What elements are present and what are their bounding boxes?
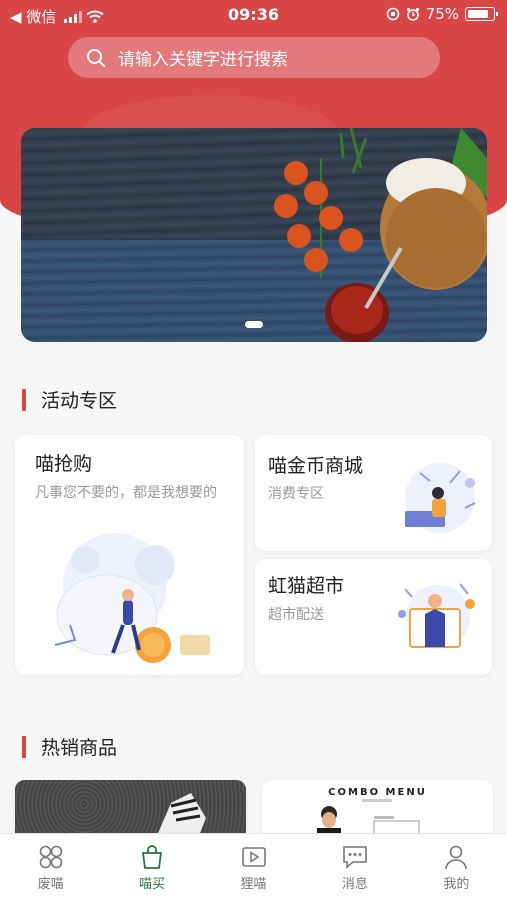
product-card-combo-menu[interactable]: COMBO MENU <box>262 780 493 840</box>
hot-section-label: 热销商品 <box>41 737 118 759</box>
tab-miaomai[interactable]: 喵买 <box>101 834 202 900</box>
flash-sale-title: 喵抢购 <box>35 453 93 475</box>
carousel-indicator[interactable] <box>245 321 263 328</box>
delivery-person-illustration <box>398 583 475 649</box>
shopping-bag-icon <box>142 845 163 869</box>
tab-label: 消息 <box>341 877 368 892</box>
tab-feimiao[interactable]: 废喵 <box>0 834 101 900</box>
search-placeholder: 请输入关键字进行搜索 <box>118 50 288 70</box>
coin-mall-card[interactable]: 喵金币商城 消费专区 <box>255 435 492 551</box>
flash-sale-card[interactable]: 喵抢购 凡事您不要的，都是我想要的 <box>15 435 244 675</box>
message-icon <box>343 846 367 869</box>
hot-section-title: 热销商品 <box>22 733 117 760</box>
product-card-sneaker[interactable] <box>15 780 246 840</box>
alarm-icon <box>406 7 419 21</box>
tab-limiao[interactable]: 狸喵 <box>203 834 304 900</box>
search-icon <box>87 48 105 67</box>
tab-messages[interactable]: 消息 <box>304 834 405 900</box>
tab-label: 我的 <box>443 877 470 892</box>
user-icon <box>445 845 468 870</box>
status-bar: ◀ 微信 09:36 75% <box>0 0 507 30</box>
online-shopping-illustration <box>405 463 476 533</box>
combo-menu-image <box>317 799 420 840</box>
tab-label: 狸喵 <box>240 877 267 892</box>
supermarket-title: 虹猫超市 <box>268 575 345 597</box>
flash-sale-subtitle: 凡事您不要的，都是我想要的 <box>35 485 217 501</box>
banner-food-image <box>274 128 487 342</box>
supermarket-subtitle: 超市配送 <box>268 607 324 623</box>
section-bar <box>22 388 26 411</box>
search-input[interactable]: 请输入关键字进行搜索 <box>68 37 440 78</box>
battery-icon <box>465 7 498 21</box>
bottom-tab-bar: 废喵 喵买 狸喵 消息 我的 <box>0 833 507 900</box>
section-bar <box>22 735 26 758</box>
tab-label: 喵买 <box>139 877 166 892</box>
tab-profile[interactable]: 我的 <box>406 834 507 900</box>
supermarket-card[interactable]: 虹猫超市 超市配送 <box>255 559 492 675</box>
coin-mall-subtitle: 消费专区 <box>268 486 324 502</box>
orientation-lock-icon <box>386 7 399 21</box>
status-right: 75% <box>386 5 498 23</box>
coin-mall-title: 喵金币商城 <box>268 455 364 477</box>
tab-label: 废喵 <box>37 877 64 892</box>
grid-icon <box>39 845 63 869</box>
activity-section-label: 活动专区 <box>41 390 118 412</box>
activity-section-title: 活动专区 <box>22 386 117 413</box>
play-icon <box>241 847 266 867</box>
banner-carousel[interactable] <box>21 128 487 342</box>
battery-percent: 75% <box>425 5 459 23</box>
piggy-bank-illustration <box>54 533 210 663</box>
